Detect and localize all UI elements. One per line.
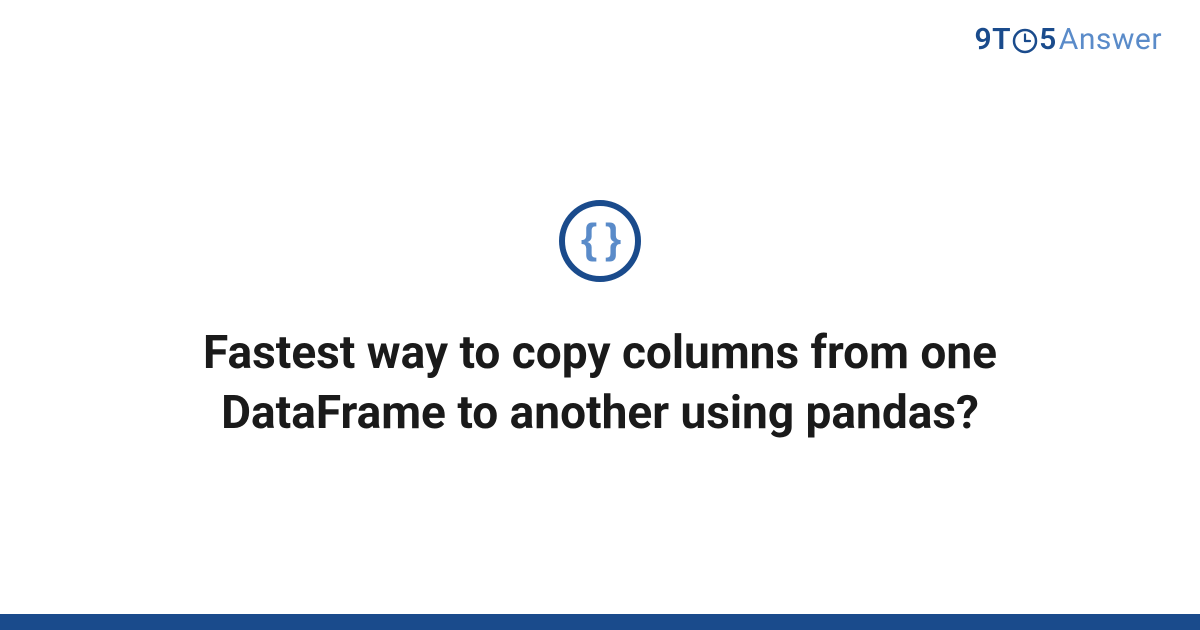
question-title: Fastest way to copy columns from one Dat…	[90, 324, 1110, 444]
topic-icon-wrapper: { }	[559, 200, 641, 282]
main-content: { } Fastest way to copy columns from one…	[0, 0, 1200, 614]
braces-glyph: { }	[581, 218, 619, 260]
code-braces-icon: { }	[559, 200, 641, 282]
bottom-accent-bar	[0, 614, 1200, 630]
